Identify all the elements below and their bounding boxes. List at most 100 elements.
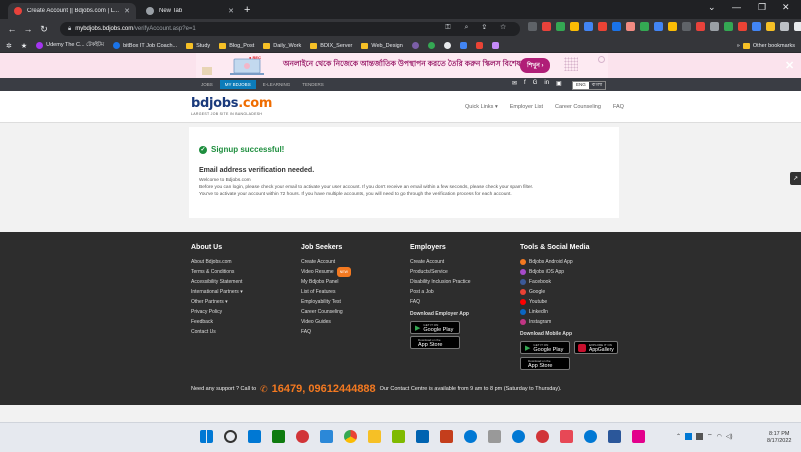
app-icon[interactable] [584, 430, 597, 443]
forward-arrow-icon[interactable]: → [20, 24, 36, 34]
linkedin-icon[interactable]: in [544, 80, 549, 87]
file-explorer-icon[interactable] [368, 430, 381, 443]
maximize-icon[interactable]: ❐ [758, 2, 766, 13]
footer-link-instagram[interactable]: Instagram [520, 317, 618, 327]
extension-icon[interactable] [570, 22, 579, 31]
footer-link[interactable]: Post a Job [410, 287, 471, 297]
bookmark-site-icon[interactable] [475, 42, 483, 49]
footer-link-video-resume[interactable]: Video Resume NEW [301, 267, 351, 277]
nav-employer-list[interactable]: Employer List [510, 104, 543, 110]
footer-link[interactable]: Products/Service [410, 267, 471, 277]
omnibox-action-icons[interactable]: ⚿ ⌕ ⇪ ☆ [445, 24, 512, 32]
tray-app-icon[interactable] [696, 432, 704, 440]
taskbar-clock[interactable]: 8:17 PM 8/17/2022 [767, 431, 791, 445]
wifi-icon[interactable]: ◠ [717, 433, 722, 440]
app-icon[interactable] [272, 430, 285, 443]
extension-icon[interactable] [696, 22, 705, 31]
ad-close-icon[interactable]: ✕ [785, 59, 794, 72]
footer-link[interactable]: FAQ [410, 297, 471, 307]
app-icon[interactable] [416, 430, 429, 443]
app-store-button[interactable]: Download on the App Store [520, 357, 570, 370]
google-play-button[interactable]: ▶ GET IT ON Google Play [520, 341, 570, 354]
bookmark-daily-work[interactable]: Daily_Work [263, 42, 301, 49]
app-icon[interactable] [392, 430, 405, 443]
extension-icon[interactable] [738, 22, 747, 31]
extension-icon[interactable] [668, 22, 677, 31]
app-icon[interactable] [632, 430, 645, 443]
footer-link[interactable]: Create Account [301, 257, 351, 267]
ad-learn-button[interactable]: শিখুন › [520, 58, 551, 73]
email-icon[interactable]: ✉ [512, 80, 517, 87]
extension-icon[interactable] [794, 22, 801, 31]
top-tab-e-learning[interactable]: E-LEARNING [258, 80, 296, 89]
tab-new-tab[interactable]: New Tab ✕ [140, 3, 240, 19]
top-tab-jobs[interactable]: JOBS [196, 80, 218, 89]
support-phone-number[interactable]: 16479, 09612444888 [272, 383, 376, 395]
nav-career-counseling[interactable]: Career Counseling [555, 104, 601, 110]
tray-app-icon[interactable] [685, 432, 693, 440]
footer-link-youtube[interactable]: Youtube [520, 297, 618, 307]
windows-start-icon[interactable] [200, 430, 213, 443]
other-bookmarks[interactable]: » Other bookmarks [737, 43, 795, 49]
bookmark-blog-post[interactable]: Blog_Post [219, 42, 254, 49]
extension-icon[interactable] [682, 22, 691, 31]
footer-link-facebook[interactable]: Facebook [520, 277, 618, 287]
footer-link[interactable]: Contact Us [191, 327, 243, 337]
reload-icon[interactable]: ↻ [36, 24, 52, 35]
extension-icon[interactable] [556, 22, 565, 31]
extension-icon[interactable] [724, 22, 733, 31]
footer-link[interactable]: Other Partners ▾ [191, 297, 243, 307]
close-tab-icon[interactable]: ✕ [124, 7, 130, 15]
close-tab-icon[interactable]: ✕ [228, 7, 234, 15]
search-icon[interactable] [224, 430, 237, 443]
bookmark-bdix-server[interactable]: BDIX_Server [310, 42, 352, 49]
extension-icon[interactable] [766, 22, 775, 31]
app-icon[interactable] [560, 430, 573, 443]
back-arrow-icon[interactable]: ← [4, 24, 20, 34]
footer-link[interactable]: International Partners ▾ [191, 287, 243, 297]
star-bookmark-icon[interactable]: ★ [21, 42, 27, 50]
footer-link[interactable]: List of Features [301, 287, 351, 297]
network-icon[interactable]: ⌔ [707, 432, 713, 440]
app-icon[interactable] [512, 430, 525, 443]
footer-link[interactable]: FAQ [301, 327, 351, 337]
extension-icon[interactable] [752, 22, 761, 31]
footer-link-android[interactable]: Bdjobs Android App [520, 257, 618, 267]
bookmark-bitbox[interactable]: bitBox IT Job Coach... [113, 42, 177, 49]
google-icon[interactable]: G [533, 80, 538, 87]
nav-quick-links[interactable]: Quick Links ▾ [465, 104, 498, 110]
extension-icon[interactable] [542, 22, 551, 31]
tab-search-chevron-icon[interactable]: ⌄ [708, 2, 716, 13]
apps-icon[interactable]: ✲ [6, 42, 12, 50]
footer-link[interactable]: Accessibility Statement [191, 277, 243, 287]
bookmark-site-icon[interactable] [491, 42, 499, 49]
footer-link[interactable]: About Bdjobs.com [191, 257, 243, 267]
app-icon[interactable] [296, 430, 309, 443]
lang-english[interactable]: ENG [573, 82, 589, 89]
bookmark-site-icon[interactable] [443, 42, 451, 49]
extension-icon[interactable] [640, 22, 649, 31]
footer-link[interactable]: Feedback [191, 317, 243, 327]
close-window-icon[interactable]: ✕ [782, 2, 790, 13]
footer-link[interactable]: Career Counseling [301, 307, 351, 317]
app-gallery-button[interactable]: EXPLORE IT ON AppGallery [574, 341, 618, 354]
footer-link[interactable]: My Bdjobs Panel [301, 277, 351, 287]
facebook-icon[interactable]: f [524, 80, 526, 87]
new-tab-plus-icon[interactable]: + [244, 3, 250, 17]
extension-icon[interactable] [654, 22, 663, 31]
footer-link-ios[interactable]: Bdjobs iOS App [520, 267, 618, 277]
app-icon[interactable] [320, 430, 333, 443]
instagram-icon[interactable]: ▣ [556, 80, 562, 87]
footer-link-google[interactable]: Google [520, 287, 618, 297]
footer-link[interactable]: Terms & Conditions [191, 267, 243, 277]
extension-icon[interactable] [626, 22, 635, 31]
extension-icon[interactable] [584, 22, 593, 31]
address-bar[interactable]: 🔒︎ mybdjobs.bdjobs.com /verifyAccount.as… [60, 22, 520, 36]
top-tab-tenders[interactable]: TENDERS [297, 80, 329, 89]
more-bookmarks-chevron-icon[interactable]: » [737, 43, 740, 49]
minimize-icon[interactable]: — [732, 2, 741, 12]
extension-icon[interactable] [598, 22, 607, 31]
acrobat-icon[interactable] [440, 430, 453, 443]
app-icon[interactable] [464, 430, 477, 443]
footer-link[interactable]: Video Guides [301, 317, 351, 327]
